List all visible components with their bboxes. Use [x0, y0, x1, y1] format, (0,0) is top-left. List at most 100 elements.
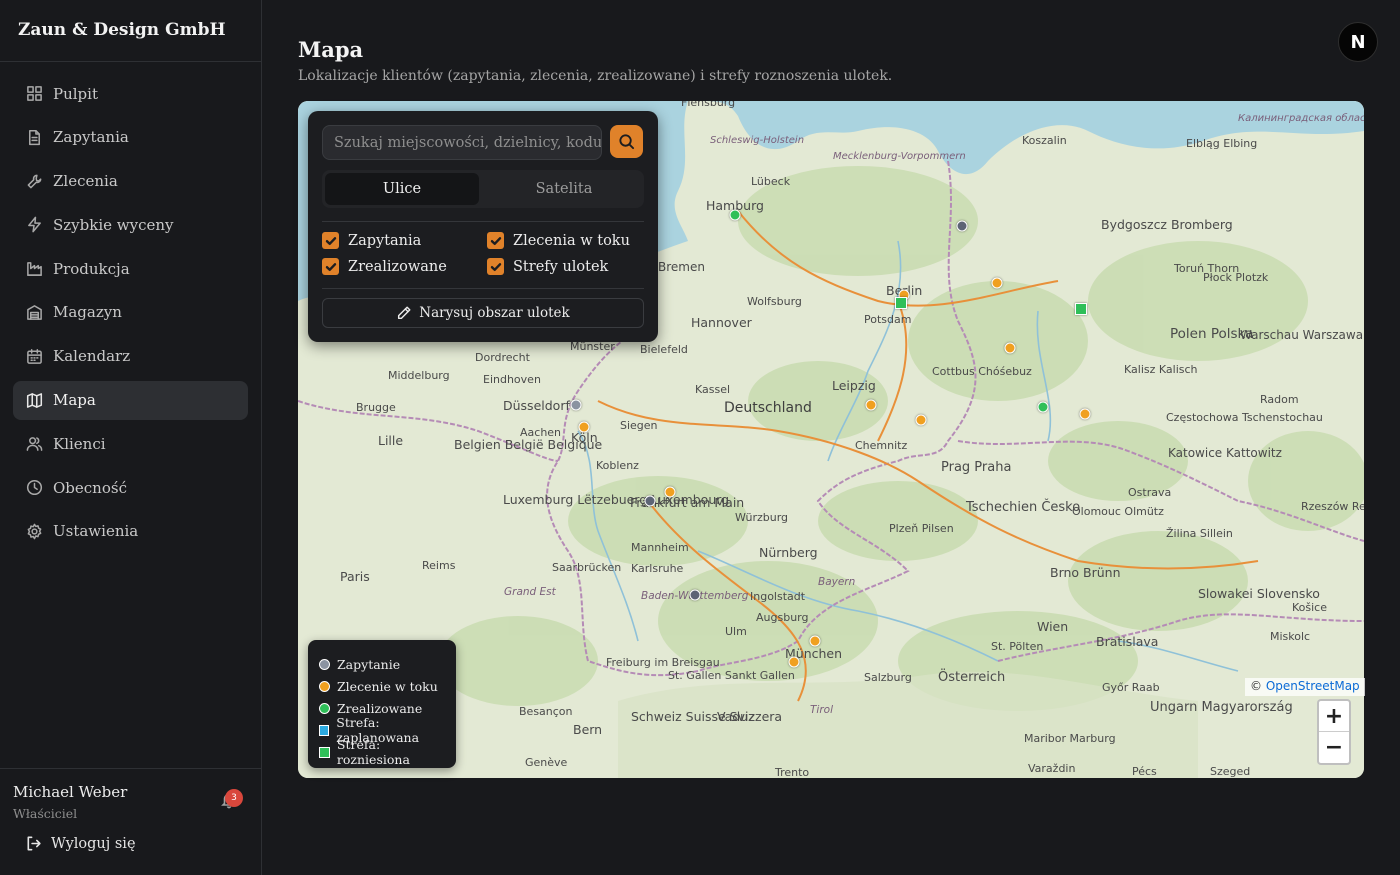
map-label-polen: Polen Polska	[1170, 326, 1253, 342]
sidebar-item-mapa[interactable]: Mapa	[13, 380, 248, 420]
lightning-icon	[28, 217, 41, 233]
map-label-katowice: Katowice Kattowitz	[1168, 446, 1282, 460]
sidebar-nav: Pulpit Zapytania Zlecenia Szybkie wyceny…	[0, 62, 261, 568]
draw-flyer-area-button[interactable]: Narysuj obszar ulotek	[322, 298, 644, 328]
sidebar-item-zapytania[interactable]: Zapytania	[13, 118, 248, 157]
map-label-kassel: Kassel	[695, 383, 730, 396]
legend-label: Zapytanie	[337, 656, 401, 672]
sidebar-item-produkcja[interactable]: Produkcja	[13, 249, 248, 288]
sidebar-item-label: Produkcja	[53, 259, 130, 278]
attribution-prefix: ©	[1250, 679, 1262, 693]
marker-in-progress-munchen[interactable]	[788, 656, 800, 668]
marker-done-lower-silesia[interactable]	[1037, 401, 1049, 413]
logout-label: Wyloguj się	[51, 835, 136, 852]
zone-distributed-greater-poland[interactable]	[1075, 303, 1087, 315]
avatar[interactable]: N	[1338, 22, 1378, 62]
map-label-paris: Paris	[340, 569, 370, 584]
map-label-middelburg: Middelburg	[388, 369, 450, 382]
legend-item: Zapytanie	[308, 653, 456, 675]
tab-satelita[interactable]: Satelita	[487, 173, 641, 205]
page-subtitle: Lokalizacje klientów (zapytania, zleceni…	[298, 68, 893, 84]
logout-button[interactable]: Wyloguj się	[25, 835, 136, 852]
map-label-geneve: Genève	[525, 756, 568, 769]
map-label-plock: Płock Plotzk	[1203, 271, 1269, 284]
map-label-flensburg: Flensburg	[681, 101, 735, 109]
marker-inquiry-stuttgart[interactable]	[689, 589, 701, 601]
sidebar-item-ustawienia[interactable]: Ustawienia	[13, 512, 248, 551]
filter-strefy-ulotek[interactable]: Strefy ulotek	[487, 258, 608, 275]
brand-name: Zaun & Design GmbH	[0, 0, 261, 62]
filter-zrealizowane[interactable]: Zrealizowane	[322, 258, 447, 275]
sidebar-item-klienci[interactable]: Klienci	[13, 424, 248, 463]
marker-in-progress-lebus[interactable]	[1004, 342, 1016, 354]
map-label-wien: Wien	[1037, 619, 1068, 634]
document-icon	[29, 129, 40, 145]
zoom-out-button[interactable]: −	[1319, 732, 1349, 763]
map-label-ungarn: Ungarn Magyarország	[1150, 700, 1293, 715]
zoom-in-button[interactable]: +	[1319, 701, 1349, 732]
map-label-st-polten: St. Pölten	[991, 640, 1043, 653]
map-label-radom: Radom	[1260, 393, 1299, 406]
map-label-plzen: Plzeň Pilsen	[889, 522, 954, 535]
search-button[interactable]	[610, 125, 643, 158]
map-label-ostrava: Ostrava	[1128, 486, 1171, 499]
marker-in-progress-lubusz[interactable]	[991, 277, 1003, 289]
legend-swatch	[319, 702, 330, 714]
marker-in-progress-munchen-north[interactable]	[809, 635, 821, 647]
wrench-icon	[27, 174, 42, 188]
marker-done-hamburg[interactable]	[729, 209, 741, 221]
warehouse-icon	[27, 305, 42, 320]
sidebar-item-zlecenia[interactable]: Zlecenia	[13, 162, 248, 201]
sidebar-item-magazyn[interactable]: Magazyn	[13, 293, 248, 332]
checkmark-icon	[325, 236, 336, 245]
marker-inquiry-dusseldorf[interactable]	[570, 399, 582, 411]
marker-inquiry-west-pomerania[interactable]	[956, 220, 968, 232]
marker-in-progress-leipzig[interactable]	[865, 399, 877, 411]
sidebar-item-label: Obecność	[53, 478, 127, 497]
openstreetmap-link[interactable]: OpenStreetMap	[1266, 679, 1360, 693]
map-label-dusseldorf: Düsseldorf	[503, 398, 570, 413]
sidebar-item-obecnosc[interactable]: Obecność	[13, 468, 248, 507]
sidebar-item-pulpit[interactable]: Pulpit	[13, 74, 248, 113]
map-label-bremen: Bremen	[658, 260, 705, 274]
sidebar-item-label: Zapytania	[53, 128, 129, 147]
map-label-bern: Bern	[573, 722, 602, 737]
map-label-deutschland: Deutschland	[724, 400, 812, 416]
map-label-vaduz: Vaduz	[717, 709, 755, 724]
marker-in-progress-frankfurt[interactable]	[664, 486, 676, 498]
filter-zapytania[interactable]: Zapytania	[322, 232, 421, 249]
marker-in-progress-koln[interactable]	[578, 421, 590, 433]
map-label-leipzig: Leipzig	[832, 378, 876, 393]
search-icon	[619, 134, 635, 150]
checkbox-checked[interactable]	[322, 258, 339, 275]
map-label-bielefeld: Bielefeld	[640, 343, 688, 356]
map-label-kaliningrad: Калининградская область	[1238, 112, 1364, 124]
checkbox-checked[interactable]	[487, 232, 504, 249]
user-name: Michael Weber	[13, 783, 128, 801]
legend-item: Zlecenie w toku	[308, 675, 456, 697]
checkbox-checked[interactable]	[487, 258, 504, 275]
map-label-tschechien: Tschechien Česko	[965, 499, 1080, 515]
calendar-icon	[27, 348, 42, 364]
tab-ulice[interactable]: Ulice	[325, 173, 479, 205]
sidebar-item-kalendarz[interactable]: Kalendarz	[13, 337, 248, 376]
map-label-koblenz: Koblenz	[596, 459, 639, 472]
marker-in-progress-saxony[interactable]	[915, 414, 927, 426]
sidebar-item-szybkie-wyceny[interactable]: Szybkie wyceny	[13, 205, 248, 244]
map-label-brugge: Brugge	[356, 401, 396, 414]
location-search-input[interactable]	[322, 125, 602, 160]
zone-distributed-berlin[interactable]	[895, 297, 907, 309]
map-label-elblag: Elbląg Elbing	[1186, 137, 1257, 150]
checkmark-icon	[490, 236, 501, 245]
filter-zlecenia-w-toku[interactable]: Zlecenia w toku	[487, 232, 630, 249]
map-label-zilina: Žilina Sillein	[1166, 527, 1233, 540]
map-icon	[26, 392, 43, 408]
map-label-lille: Lille	[378, 433, 403, 448]
map-label-varazdin: Varaždin	[1028, 762, 1075, 775]
marker-in-progress-opole[interactable]	[1079, 408, 1091, 420]
user-panel: Michael Weber Właściciel 3 Wyloguj się	[0, 768, 261, 875]
divider	[322, 288, 644, 289]
checkbox-checked[interactable]	[322, 232, 339, 249]
marker-inquiry-frankfurt[interactable]	[644, 495, 656, 507]
dashboard-icon	[27, 86, 42, 101]
